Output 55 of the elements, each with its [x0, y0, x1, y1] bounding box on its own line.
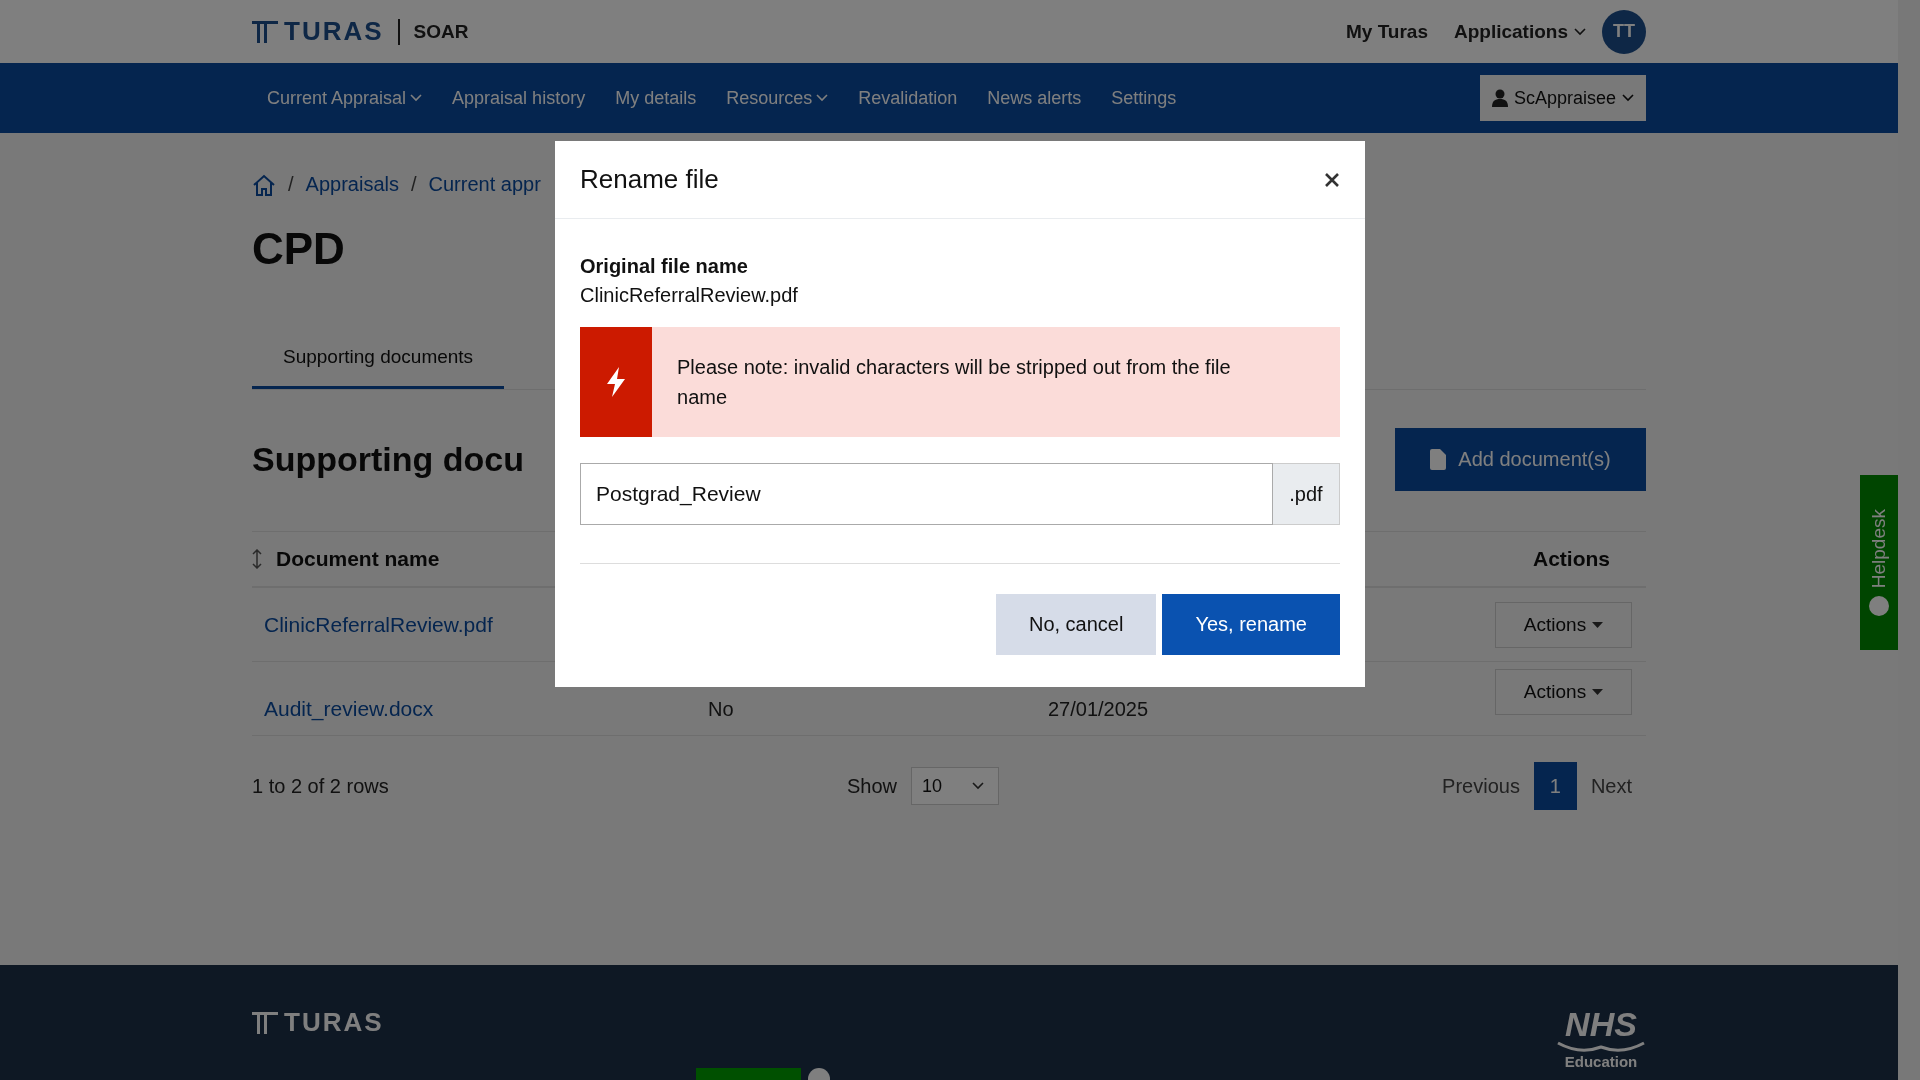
home-icon[interactable] — [252, 173, 276, 196]
footer-logo: TURAS — [252, 1007, 384, 1038]
nav-item[interactable]: My details — [600, 87, 712, 109]
dialog-title: Rename file — [580, 164, 719, 195]
helpdesk-tab[interactable]: Helpdesk — [1860, 475, 1898, 650]
breadcrumb-link[interactable]: Current appr — [428, 173, 541, 196]
page-number[interactable]: 1 — [1533, 762, 1577, 810]
page-size-select[interactable]: 10 — [911, 767, 1000, 805]
nav-item[interactable]: Appraisal history — [437, 87, 601, 109]
header-link[interactable]: My Turas — [1345, 20, 1428, 43]
nav-item[interactable]: Current Appraisal — [252, 87, 438, 109]
nhs-logo: NHS Education — [1556, 1007, 1646, 1080]
page-title: CPD — [252, 224, 345, 274]
breadcrumb-separator: / — [288, 173, 294, 196]
section-title: Supporting docu — [252, 440, 524, 479]
breadcrumb-separator: / — [410, 173, 417, 196]
table-cell: 27/01/2025 — [1048, 698, 1149, 721]
caret-icon — [1592, 621, 1604, 628]
breadcrumb-link[interactable]: Appraisals — [305, 173, 399, 196]
chevron-down-icon — [1622, 94, 1634, 102]
table-cell-text: No — [708, 698, 735, 721]
previous-link[interactable]: Previous — [1428, 774, 1534, 798]
lightning-icon — [605, 367, 627, 397]
next-link[interactable]: Next — [1576, 774, 1646, 798]
app-name: SOAR — [413, 20, 469, 43]
nav-item[interactable]: Revalidation — [843, 87, 973, 109]
column-header: Actions — [1533, 547, 1610, 571]
actions-dropdown[interactable]: Actions — [1495, 668, 1632, 715]
cancel-button[interactable]: No, cancel — [995, 594, 1157, 655]
caret-icon — [1592, 688, 1604, 695]
file-extension: .pdf — [1273, 463, 1340, 525]
rename-button[interactable]: Yes, rename — [1162, 594, 1340, 655]
header-link[interactable]: Applications — [1454, 20, 1586, 43]
user-avatar[interactable]: TT — [1602, 9, 1646, 54]
turas-logo[interactable]: TURAS — [252, 16, 384, 47]
chevron-down-icon — [972, 782, 985, 790]
user-icon — [1491, 89, 1508, 107]
sort-icon[interactable] — [252, 549, 262, 569]
rows-summary: 1 to 2 of 2 rows — [252, 774, 390, 798]
user-menu-button[interactable]: ScAppraisee — [1479, 75, 1646, 121]
document-link[interactable]: Audit_review.docx — [264, 697, 708, 721]
tab[interactable]: Supporting documents — [252, 332, 505, 389]
show-label: Show — [847, 774, 898, 798]
actions-dropdown[interactable]: Actions — [1495, 601, 1632, 648]
close-button[interactable] — [1324, 171, 1340, 188]
nav-item[interactable]: News alerts — [972, 87, 1097, 109]
file-icon — [1430, 449, 1447, 470]
nav-item[interactable]: Resources — [711, 87, 844, 109]
nav-item[interactable]: Settings — [1096, 87, 1192, 109]
field-label: Original file name — [580, 255, 748, 278]
original-file-name: ClinicReferralReview.pdf — [580, 284, 798, 307]
file-name-input[interactable]: Postgrad_Review — [580, 463, 1273, 525]
column-header[interactable]: Document name — [276, 547, 440, 571]
warning-text: Please note: invalid characters will be stripped out from the file name — [677, 355, 1232, 410]
add-document-button[interactable]: Add document(s) — [1395, 428, 1646, 491]
